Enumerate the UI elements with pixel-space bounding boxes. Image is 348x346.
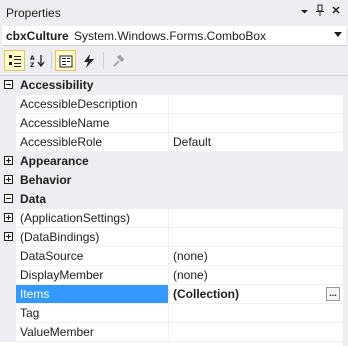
property-row[interactable]: AccessibleDescription: [0, 95, 343, 114]
property-value[interactable]: [168, 323, 343, 342]
property-row[interactable]: AccessibleName: [0, 114, 343, 133]
property-value[interactable]: [168, 304, 343, 323]
expand-icon[interactable]: [4, 232, 13, 241]
property-name[interactable]: (ApplicationSettings): [16, 209, 168, 228]
collapse-icon[interactable]: [4, 194, 13, 203]
expand-icon[interactable]: [4, 213, 13, 222]
property-row[interactable]: Items (Collection)...: [0, 285, 343, 304]
property-row[interactable]: AccessibleRole Default: [0, 133, 343, 152]
close-icon[interactable]: [329, 4, 343, 20]
property-name[interactable]: DataSource: [16, 247, 168, 266]
vertical-scrollbar[interactable]: [343, 76, 348, 346]
chevron-down-icon[interactable]: [297, 4, 311, 20]
property-row[interactable]: ValueMember: [0, 323, 343, 342]
property-value[interactable]: (Collection)...: [168, 285, 343, 304]
category-row[interactable]: Appearance: [0, 152, 343, 171]
property-row[interactable]: DataSource (none): [0, 247, 343, 266]
property-name[interactable]: AccessibleRole: [16, 133, 168, 152]
property-row[interactable]: DisplayMember (none): [0, 266, 343, 285]
categorized-icon[interactable]: [4, 50, 25, 71]
dropdown-arrow-icon[interactable]: [334, 32, 342, 37]
row-gutter: [0, 323, 16, 342]
row-gutter: [0, 266, 16, 285]
row-gutter: [0, 285, 16, 304]
window-title: Properties: [6, 6, 61, 20]
property-value-text: (none): [173, 268, 208, 282]
category-label[interactable]: Behavior: [16, 171, 316, 190]
property-value[interactable]: [168, 228, 343, 247]
property-value-text: (Collection): [173, 287, 239, 301]
expand-icon[interactable]: [4, 175, 13, 184]
property-name[interactable]: AccessibleDescription: [16, 95, 168, 114]
category-row[interactable]: Accessibility: [0, 76, 343, 95]
category-label[interactable]: Accessibility: [16, 76, 316, 95]
pin-icon[interactable]: [313, 4, 327, 20]
property-value[interactable]: (none): [168, 266, 343, 285]
property-name[interactable]: DisplayMember: [16, 266, 168, 285]
expand-icon[interactable]: [4, 156, 13, 165]
category-label[interactable]: Data: [16, 190, 316, 209]
title-bar: Properties: [0, 0, 348, 26]
property-value[interactable]: (none): [168, 247, 343, 266]
row-gutter: [0, 95, 16, 114]
toolbar-separator: [103, 52, 104, 69]
toolbar-separator: [51, 52, 52, 69]
collapse-icon[interactable]: [4, 80, 13, 89]
property-pages-icon[interactable]: [107, 50, 128, 71]
svg-text:A: A: [30, 55, 35, 62]
property-value[interactable]: [168, 95, 343, 114]
property-value[interactable]: Default: [168, 133, 343, 152]
property-name[interactable]: ValueMember: [16, 323, 168, 342]
object-type: System.Windows.Forms.ComboBox: [74, 29, 267, 43]
property-row[interactable]: Tag: [0, 304, 343, 323]
property-value-text: Default: [173, 135, 212, 149]
svg-text:Z: Z: [30, 62, 35, 68]
property-grid: Accessibility AccessibleDescription Access…: [0, 75, 348, 346]
row-gutter: [0, 304, 16, 323]
property-name[interactable]: Items: [16, 285, 168, 304]
toolbar: A Z: [0, 47, 348, 74]
property-name[interactable]: AccessibleName: [16, 114, 168, 133]
object-selector[interactable]: cbxCulture System.Windows.Forms.ComboBox: [2, 26, 346, 46]
property-name[interactable]: Tag: [16, 304, 168, 323]
object-name: cbxCulture: [6, 29, 69, 43]
property-row[interactable]: (ApplicationSettings): [0, 209, 343, 228]
row-gutter: [0, 133, 16, 152]
property-value[interactable]: [168, 114, 343, 133]
property-name[interactable]: (DataBindings): [16, 228, 168, 247]
property-value[interactable]: [168, 209, 343, 228]
ellipsis-button[interactable]: ...: [326, 287, 340, 301]
category-label[interactable]: Appearance: [16, 152, 316, 171]
properties-icon[interactable]: [55, 50, 76, 71]
category-row[interactable]: Behavior: [0, 171, 343, 190]
row-gutter: [0, 114, 16, 133]
property-value-text: (none): [173, 249, 208, 263]
category-row[interactable]: Data: [0, 190, 343, 209]
property-row[interactable]: (DataBindings): [0, 228, 343, 247]
events-icon[interactable]: [78, 50, 99, 71]
row-gutter: [0, 247, 16, 266]
alphabetical-icon[interactable]: A Z: [27, 50, 48, 71]
